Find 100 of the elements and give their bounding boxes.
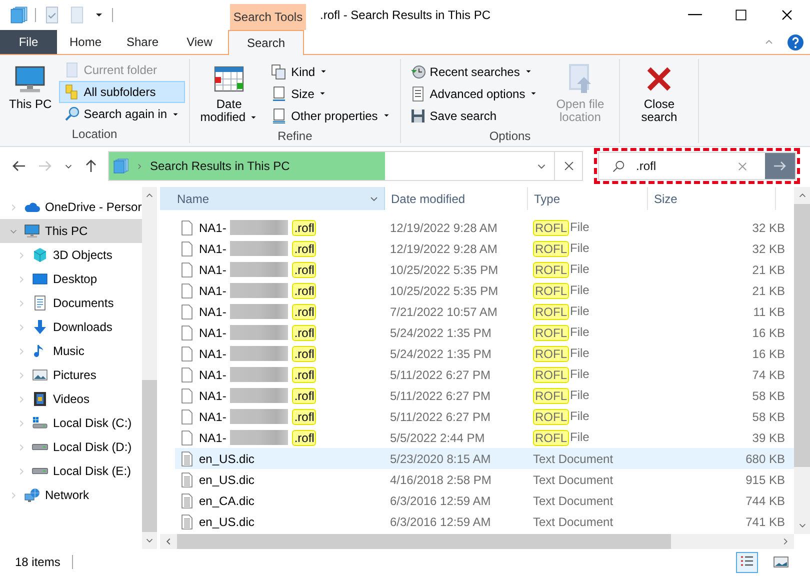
- file-row[interactable]: en_US.dic 5/23/2020 8:15 AM Text Document 680 KB: [175, 448, 794, 469]
- date-cell-text: 5/24/2022 1:35 PM: [389, 326, 492, 340]
- file-row[interactable]: NA1- .rofl 12/19/2022 9:28 AM ROFL File 32 KB: [175, 217, 794, 238]
- nav-item[interactable]: Local Disk (C:): [0, 411, 142, 435]
- file-icon: [179, 220, 195, 236]
- file-icon: [179, 304, 195, 320]
- view-button[interactable]: [736, 552, 758, 572]
- file-row[interactable]: en_US.dic 4/16/2018 2:58 PM Text Document 915 KB: [175, 469, 794, 490]
- date-cell-text: 12/19/2022 9:28 AM: [389, 242, 498, 256]
- type-cell: Text Document: [533, 472, 614, 486]
- file-name: en_US.dic: [199, 472, 254, 486]
- search-match: .rofl: [292, 304, 316, 320]
- file-row[interactable]: NA1- .rofl 12/19/2022 9:28 AM ROFL File 32 KB: [175, 238, 794, 259]
- ribbon-tab[interactable]: Home: [57, 30, 114, 54]
- ribbon-button[interactable]: All subfolders: [58, 81, 186, 103]
- nav-item[interactable]: Local Disk (E:): [0, 459, 142, 483]
- type-cell: File: [570, 408, 590, 424]
- search-match: ROFL: [533, 304, 570, 320]
- nav-item[interactable]: OneDrive - Persor: [0, 195, 142, 219]
- maximize-icon: [734, 8, 748, 22]
- help-button[interactable]: [787, 34, 804, 50]
- file-row[interactable]: NA1- .rofl 5/24/2022 1:35 PM ROFL File 16 KB: [175, 343, 794, 364]
- search-field[interactable]: .rofl: [598, 152, 796, 180]
- file-name: NA1-: [199, 220, 226, 234]
- search-match: .rofl: [292, 430, 316, 446]
- size-cell-text: 58 KB: [751, 388, 786, 402]
- ribbon-button[interactable]: Kind: [266, 60, 396, 82]
- file-icon: [179, 346, 195, 362]
- nav-item[interactable]: Local Disk (D:): [0, 435, 142, 459]
- ribbon-button[interactable]: Search again in: [58, 103, 186, 125]
- search-match: .rofl: [292, 366, 316, 382]
- nav-item[interactable]: 3D Objects: [0, 243, 142, 267]
- nav-item[interactable]: Desktop: [0, 267, 142, 291]
- address-bar[interactable]: Search Results in This PC: [108, 151, 555, 181]
- nav-item[interactable]: Videos: [0, 387, 142, 411]
- file-row[interactable]: NA1- .rofl 5/5/2022 2:44 PM ROFL File 39 KB: [175, 427, 794, 448]
- text-file-icon: [179, 492, 195, 508]
- file-row[interactable]: NA1- .rofl 5/24/2022 1:35 PM ROFL File 16 KB: [175, 322, 794, 343]
- search-icon: [64, 106, 80, 122]
- ribbon-button[interactable]: Recent searches: [404, 60, 544, 82]
- search-match: .rofl: [292, 220, 316, 236]
- folder-stack-icon: [113, 158, 129, 174]
- column-header[interactable]: Name: [160, 187, 385, 210]
- drive-icon: [32, 468, 48, 474]
- page-icon: [64, 62, 80, 78]
- nav-item[interactable]: Downloads: [0, 315, 142, 339]
- file-row[interactable]: NA1- .rofl 10/25/2022 5:35 PM ROFL File 21 KB: [175, 280, 794, 301]
- file-name: NA1-: [199, 326, 226, 340]
- column-header[interactable]: Type: [528, 187, 648, 210]
- size-cell-text: 32 KB: [751, 220, 786, 234]
- file-row[interactable]: NA1- .rofl 5/11/2022 6:27 PM ROFL File 58 KB: [175, 406, 794, 427]
- date-cell-text: 10/25/2022 5:35 PM: [389, 262, 500, 276]
- type-cell: File: [570, 366, 590, 382]
- ribbon-button[interactable]: Date modified: [194, 59, 264, 128]
- ribbon-button[interactable]: Advanced options: [404, 82, 544, 104]
- date-cell-text: 6/3/2016 12:59 AM: [389, 494, 492, 508]
- search-go-button[interactable]: [765, 153, 795, 179]
- ribbon-tab[interactable]: Share: [114, 30, 171, 54]
- file-row[interactable]: NA1- .rofl 7/21/2022 10:57 AM ROFL File 11 KB: [175, 301, 794, 322]
- window-title: .rofl - Search Results in This PC: [319, 7, 492, 24]
- search-match: ROFL: [533, 346, 570, 362]
- nav-item[interactable]: This PC: [0, 219, 142, 243]
- size-cell-text: 16 KB: [751, 346, 786, 360]
- ribbon-tab[interactable]: View: [171, 30, 228, 54]
- ribbon-button[interactable]: Other properties: [266, 104, 396, 126]
- ribbon-tab[interactable]: Search: [228, 30, 304, 55]
- list-icon: [410, 86, 426, 102]
- type-cell: File: [570, 262, 590, 278]
- file-row[interactable]: NA1- .rofl 5/11/2022 6:27 PM ROFL File 58 KB: [175, 385, 794, 406]
- folder-stack-icon: [10, 6, 28, 24]
- item-count: 18 items: [15, 555, 60, 569]
- type-cell: File: [570, 282, 590, 298]
- date-cell-text: 5/11/2022 6:27 PM: [389, 368, 492, 382]
- scrollbar[interactable]: [794, 187, 810, 534]
- text-file-icon: [179, 450, 195, 466]
- file-name: NA1-: [199, 346, 226, 360]
- column-header[interactable]: Size: [648, 187, 776, 210]
- scrollbar[interactable]: [160, 534, 794, 549]
- ribbon-button[interactable]: This PC: [4, 59, 57, 125]
- nav-item[interactable]: Network: [0, 483, 142, 507]
- size-cell-text: 58 KB: [751, 410, 786, 424]
- column-header[interactable]: Date modified: [385, 187, 528, 210]
- ribbon-tab[interactable]: File: [0, 30, 57, 54]
- nav-item[interactable]: Music: [0, 339, 142, 363]
- folders-icon: [64, 84, 80, 100]
- date-cell-text: 4/16/2018 2:58 PM: [389, 472, 492, 486]
- file-row[interactable]: en_US.dic 6/3/2016 12:59 AM Text Document 741 KB: [175, 511, 794, 532]
- file-row[interactable]: NA1- .rofl 10/25/2022 5:35 PM ROFL File 21 KB: [175, 259, 794, 280]
- file-row[interactable]: NA1- .rofl 5/11/2022 6:27 PM ROFL File 74 KB: [175, 364, 794, 385]
- ribbon-button[interactable]: Save search: [404, 104, 544, 126]
- file-row[interactable]: en_CA.dic 6/3/2016 12:59 AM Text Document 744 KB: [175, 490, 794, 511]
- nav-item[interactable]: Documents: [0, 291, 142, 315]
- nav-item[interactable]: Pictures: [0, 363, 142, 387]
- clear-button[interactable]: [555, 151, 583, 181]
- ribbon-button[interactable]: Size: [266, 82, 396, 104]
- download-arrow-icon: [32, 319, 48, 335]
- scrollbar[interactable]: [142, 187, 157, 549]
- drive-icon: [32, 415, 48, 431]
- size-cell-text: 741 KB: [744, 514, 786, 528]
- ribbon-button[interactable]: Close search: [624, 59, 694, 128]
